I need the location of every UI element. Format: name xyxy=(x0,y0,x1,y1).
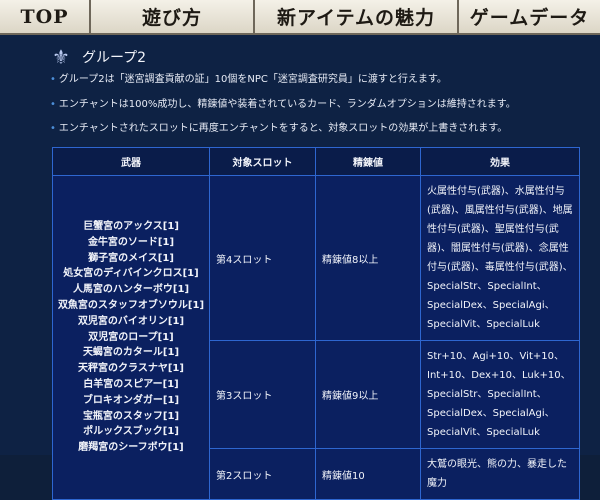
weapon-list: 巨蟹宮のアックス[1] 金牛宮のソード[1] 獅子宮のメイス[1] 処女宮のディ… xyxy=(52,175,210,500)
weapon-item: 人馬宮のハンターボウ[1] xyxy=(72,284,190,296)
section-title: グループ2 xyxy=(82,50,147,66)
weapon-item: 白羊宮のスピアー[1] xyxy=(83,378,179,390)
nav-new-items[interactable]: 新アイテムの魅力 xyxy=(255,0,459,33)
nav-how-to-play[interactable]: 遊び方 xyxy=(91,0,255,33)
weapon-item: 宝瓶宮のスタッフ[1] xyxy=(82,410,180,422)
slot-cell: 第2スロット xyxy=(209,448,316,500)
fleur-icon: ⚜ xyxy=(52,45,70,69)
weapon-item: 獅子宮のメイス[1] xyxy=(88,252,174,264)
effect-cell: 火属性付与(武器)、水属性付与(武器)、風属性付与(武器)、地属性付与(武器)、… xyxy=(420,175,580,341)
weapon-item: 双魚宮のスタッフオブソウル[1] xyxy=(57,300,205,311)
section-heading: ⚜ グループ2 xyxy=(50,42,146,72)
header-weapon: 武器 xyxy=(52,147,210,176)
header-slot: 対象スロット xyxy=(209,147,316,176)
effect-cell: Str+10、Agi+10、Vit+10、Int+10、Dex+10、Luk+1… xyxy=(420,340,580,449)
table-header-row: 武器 対象スロット 精錬値 効果 xyxy=(52,147,580,176)
refine-cell: 精錬値10 xyxy=(315,448,421,500)
header-effect: 効果 xyxy=(420,147,580,176)
main-content: ⚜ グループ2 • グループ2は「迷宮調査貢献の証」10個をNPC「迷宮調査研究員… xyxy=(0,35,600,500)
weapon-item: 金牛宮のソード[1] xyxy=(87,236,175,248)
bullet-item: • エンチャントされたスロットに再度エンチャントをすると、対象スロットの効果が上書… xyxy=(50,123,508,134)
effect-cell: 大鷲の眼光、熊の力、暴走した魔力 xyxy=(420,448,580,500)
enchant-table: 武器 対象スロット 精錬値 効果 巨蟹宮のアックス[1] 金牛宮のソード[1] … xyxy=(52,147,580,500)
weapon-item: ブロキオンダガー[1] xyxy=(82,394,180,406)
weapon-item: 処女宮のディバインクロス[1] xyxy=(63,268,199,280)
bullet-item: • エンチャントは100%成功し、精錬値や装着されているカード、ランダムオプション… xyxy=(50,99,516,110)
weapon-item: 巨蟹宮のアックス[1] xyxy=(83,221,179,233)
weapon-item: ポルックスブック[1] xyxy=(83,426,179,438)
weapon-item: 磨羯宮のシーフボウ[1] xyxy=(78,442,184,454)
top-nav: TOP 遊び方 新アイテムの魅力 ゲームデータ xyxy=(0,0,600,35)
header-refine: 精錬値 xyxy=(315,147,421,176)
table-row: 巨蟹宮のアックス[1] 金牛宮のソード[1] 獅子宮のメイス[1] 処女宮のディ… xyxy=(52,175,580,500)
weapon-item: 天秤宮のクラスナヤ[1] xyxy=(78,363,184,375)
weapon-item: 天蝎宮のカタール[1] xyxy=(82,347,180,359)
refine-cell: 精錬値8以上 xyxy=(315,175,421,341)
bullet-item: • グループ2は「迷宮調査貢献の証」10個をNPC「迷宮調査研究員」に渡すと行えま… xyxy=(50,74,447,85)
nav-game-data[interactable]: ゲームデータ xyxy=(459,0,600,33)
weapon-item: 双児宮のバイオリン[1] xyxy=(77,315,185,327)
slot-cell: 第4スロット xyxy=(209,175,316,341)
nav-top[interactable]: TOP xyxy=(0,0,91,33)
weapon-item: 双児宮のロープ[1] xyxy=(88,331,174,343)
slot-cell: 第3スロット xyxy=(209,340,316,449)
refine-cell: 精錬値9以上 xyxy=(315,340,421,449)
